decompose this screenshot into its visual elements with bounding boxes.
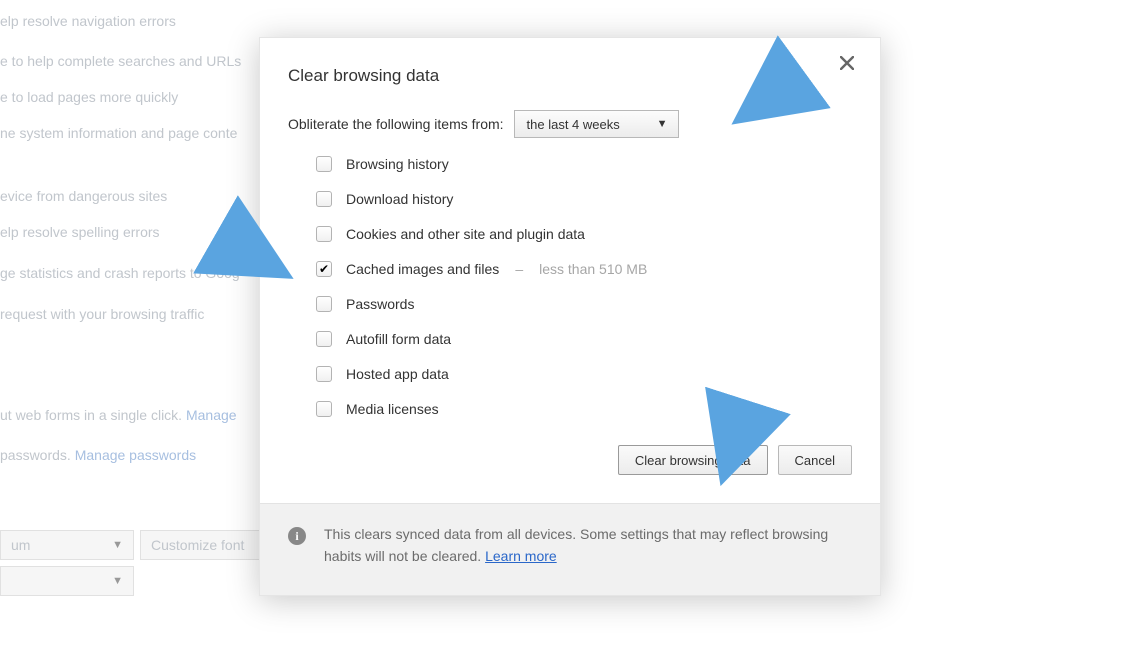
footer-text-wrap: This clears synced data from all devices… [324, 524, 852, 567]
obliterate-label: Obliterate the following items from: [288, 116, 504, 132]
option-label: Cookies and other site and plugin data [346, 226, 585, 242]
separator: – [513, 261, 525, 277]
checkbox[interactable] [316, 366, 332, 382]
checkbox[interactable] [316, 156, 332, 172]
modal-overlay: Clear browsing data Obliterate the follo… [0, 0, 1135, 653]
option-browsing-history[interactable]: Browsing history [316, 156, 852, 172]
learn-more-link[interactable]: Learn more [485, 548, 557, 564]
options-list: Browsing history Download history Cookie… [288, 156, 852, 417]
option-hosted-app-data[interactable]: Hosted app data [316, 366, 852, 382]
checkbox[interactable] [316, 401, 332, 417]
option-label: Download history [346, 191, 453, 207]
close-button[interactable] [840, 56, 858, 74]
option-label: Passwords [346, 296, 414, 312]
footer-text: This clears synced data from all devices… [324, 526, 828, 564]
option-cached-images[interactable]: Cached images and files – less than 510 … [316, 261, 852, 277]
checkbox[interactable] [316, 331, 332, 347]
option-media-licenses[interactable]: Media licenses [316, 401, 852, 417]
dialog-actions: Clear browsing data Cancel [260, 445, 880, 503]
option-label: Media licenses [346, 401, 439, 417]
option-passwords[interactable]: Passwords [316, 296, 852, 312]
option-label: Cached images and files [346, 261, 499, 277]
chevron-down-icon: ▼ [657, 118, 668, 130]
clear-browsing-data-dialog: Clear browsing data Obliterate the follo… [259, 37, 881, 596]
info-icon: i [288, 527, 306, 545]
option-cookies[interactable]: Cookies and other site and plugin data [316, 226, 852, 242]
option-subtext: less than 510 MB [539, 261, 647, 277]
dialog-footer: i This clears synced data from all devic… [260, 503, 880, 595]
checkbox[interactable] [316, 191, 332, 207]
option-download-history[interactable]: Download history [316, 191, 852, 207]
close-icon [840, 56, 854, 70]
option-autofill[interactable]: Autofill form data [316, 331, 852, 347]
time-range-value: the last 4 weeks [527, 117, 620, 132]
checkbox[interactable] [316, 226, 332, 242]
option-label: Hosted app data [346, 366, 449, 382]
option-label: Browsing history [346, 156, 449, 172]
time-range-select[interactable]: the last 4 weeks ▼ [514, 110, 679, 138]
cancel-button[interactable]: Cancel [778, 445, 852, 475]
clear-browsing-data-button[interactable]: Clear browsing data [618, 445, 768, 475]
option-label: Autofill form data [346, 331, 451, 347]
checkbox[interactable] [316, 296, 332, 312]
dialog-title: Clear browsing data [288, 66, 852, 86]
checkbox[interactable] [316, 261, 332, 277]
